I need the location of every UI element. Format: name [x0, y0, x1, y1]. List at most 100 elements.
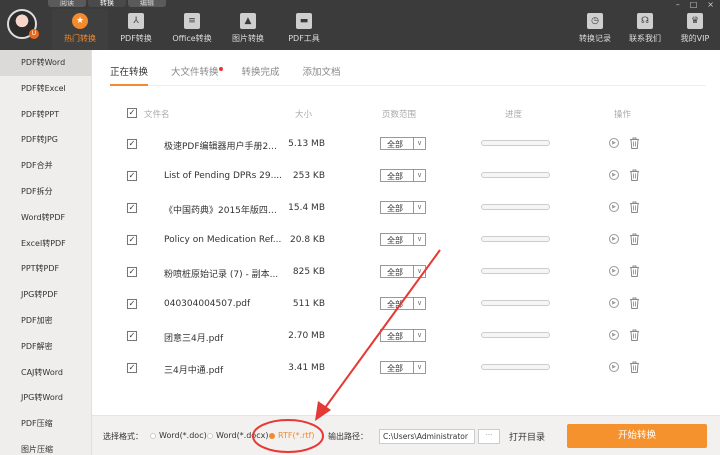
- sidebar-item-jpg-to-word[interactable]: JPG转Word: [0, 385, 91, 411]
- open-directory-link[interactable]: 打开目录: [509, 430, 545, 443]
- crown-icon: ♛: [687, 13, 703, 29]
- close-icon[interactable]: ×: [707, 0, 714, 9]
- play-icon[interactable]: ▶: [609, 298, 619, 308]
- row-checkbox[interactable]: ✓: [127, 203, 137, 213]
- page-range-select[interactable]: 全部 ∨: [380, 169, 426, 182]
- sidebar-item-pdf-compress[interactable]: PDF压缩: [0, 411, 91, 437]
- minimize-icon[interactable]: –: [676, 0, 680, 9]
- sidebar-item-jpg-to-pdf[interactable]: JPG转PDF: [0, 282, 91, 308]
- sidebar-item-pdf-merge[interactable]: PDF合并: [0, 153, 91, 179]
- sidebar-item-ppt-to-pdf[interactable]: PPT转PDF: [0, 256, 91, 282]
- nav-hot-convert[interactable]: ★ 热门转换: [52, 9, 108, 50]
- nav-vip[interactable]: ♛ 我的VIP: [670, 9, 720, 50]
- table-row[interactable]: ✓ Policy on Medication Ref... 20.8 KB 全部 ∨ ▶: [92, 233, 720, 267]
- format-radio-docx[interactable]: [207, 433, 213, 439]
- tab-convert[interactable]: 转换: [88, 0, 126, 7]
- output-path-input[interactable]: C:\Users\Administrator: [379, 429, 475, 444]
- row-checkbox[interactable]: ✓: [127, 331, 137, 341]
- format-label-docx[interactable]: Word(*.docx): [216, 431, 268, 440]
- trash-icon[interactable]: [629, 297, 640, 309]
- tab-read[interactable]: 阅读: [48, 0, 86, 7]
- page-range-select[interactable]: 全部 ∨: [380, 329, 426, 342]
- row-checkbox[interactable]: ✓: [127, 363, 137, 373]
- format-label-doc[interactable]: Word(*.doc): [159, 431, 207, 440]
- sidebar-item-excel-to-pdf[interactable]: Excel转PDF: [0, 231, 91, 257]
- page-range-select[interactable]: 全部 ∨: [380, 233, 426, 246]
- play-icon[interactable]: ▶: [609, 234, 619, 244]
- play-icon[interactable]: ▶: [609, 138, 619, 148]
- page-range-value: 全部: [387, 364, 403, 373]
- nav-pdf-tools[interactable]: ▬ PDF工具: [276, 9, 332, 50]
- sidebar-item-pdf-to-excel[interactable]: PDF转Excel: [0, 76, 91, 102]
- nav-history[interactable]: ◷ 转换记录: [570, 9, 620, 50]
- sidebar-item-word-to-pdf[interactable]: Word转PDF: [0, 205, 91, 231]
- page-range-select[interactable]: 全部 ∨: [380, 137, 426, 150]
- nav-label: Office转换: [172, 34, 212, 43]
- tab-edit[interactable]: 编辑: [128, 0, 166, 7]
- trash-icon[interactable]: [629, 201, 640, 213]
- page-range-select[interactable]: 全部 ∨: [380, 201, 426, 214]
- trash-icon[interactable]: [629, 361, 640, 373]
- page-range-select[interactable]: 全部 ∨: [380, 297, 426, 310]
- file-name: 三4月中通.pdf: [164, 366, 224, 376]
- table-row[interactable]: ✓ 《中国药典》2015年版四部... 15.4 MB 全部 ∨ ▶: [92, 201, 720, 235]
- column-header-size: 大小: [295, 110, 313, 120]
- tab-add-document[interactable]: 添加文档: [303, 62, 341, 86]
- nav-office-convert[interactable]: ≡ Office转换: [164, 9, 220, 50]
- avatar[interactable]: U: [7, 9, 39, 39]
- play-icon[interactable]: ▶: [609, 266, 619, 276]
- play-icon[interactable]: ▶: [609, 330, 619, 340]
- trash-icon[interactable]: [629, 169, 640, 181]
- maximize-icon[interactable]: □: [690, 0, 698, 9]
- column-header-name: 文件名: [144, 110, 170, 120]
- row-checkbox[interactable]: ✓: [127, 267, 137, 277]
- sidebar: PDF转Word PDF转Excel PDF转PPT PDF转JPG PDF合并…: [0, 50, 92, 455]
- table-row[interactable]: ✓ 团意三4月.pdf 2.70 MB 全部 ∨ ▶: [92, 329, 720, 363]
- start-convert-button[interactable]: 开始转换: [567, 424, 707, 448]
- nav-label: 图片转换: [232, 34, 264, 43]
- sidebar-item-pdf-to-ppt[interactable]: PDF转PPT: [0, 102, 91, 128]
- nav-label: 联系我们: [629, 34, 661, 43]
- page-range-value: 全部: [387, 204, 403, 213]
- sidebar-item-pdf-encrypt[interactable]: PDF加密: [0, 308, 91, 334]
- trash-icon[interactable]: [629, 233, 640, 245]
- table-row[interactable]: ✓ 三4月中通.pdf 3.41 MB 全部 ∨ ▶: [92, 361, 720, 395]
- nav-pdf-convert[interactable]: ⅄ PDF转换: [108, 9, 164, 50]
- play-icon[interactable]: ▶: [609, 362, 619, 372]
- format-radio-doc[interactable]: [150, 433, 156, 439]
- row-checkbox[interactable]: ✓: [127, 235, 137, 245]
- column-header-progress: 进度: [505, 110, 523, 120]
- play-icon[interactable]: ▶: [609, 170, 619, 180]
- tab-completed[interactable]: 转换完成: [242, 62, 280, 86]
- file-name: 团意三4月.pdf: [164, 334, 224, 344]
- nav-contact[interactable]: ☊ 联系我们: [620, 9, 670, 50]
- sidebar-item-pdf-to-jpg[interactable]: PDF转JPG: [0, 127, 91, 153]
- page-range-select[interactable]: 全部 ∨: [380, 265, 426, 278]
- sidebar-item-image-compress[interactable]: 图片压缩: [0, 437, 91, 455]
- tab-converting[interactable]: 正在转换: [110, 62, 149, 86]
- format-radio-rtf[interactable]: [269, 433, 275, 439]
- browse-button[interactable]: ···: [478, 429, 500, 444]
- main-panel: 正在转换 大文件转换 转换完成 添加文档 ✓ 文件名 大小 页数范围 进度 操作…: [92, 50, 720, 455]
- trash-icon[interactable]: [629, 265, 640, 277]
- sidebar-item-caj-to-word[interactable]: CAJ转Word: [0, 360, 91, 386]
- table-row[interactable]: ✓ 040304004507.pdf 511 KB 全部 ∨ ▶: [92, 297, 720, 331]
- row-checkbox[interactable]: ✓: [127, 139, 137, 149]
- trash-icon[interactable]: [629, 329, 640, 341]
- row-checkbox[interactable]: ✓: [127, 299, 137, 309]
- format-label-rtf[interactable]: RTF(*.rtf): [278, 431, 315, 440]
- sidebar-item-pdf-split[interactable]: PDF拆分: [0, 179, 91, 205]
- play-icon[interactable]: ▶: [609, 202, 619, 212]
- trash-icon[interactable]: [629, 137, 640, 149]
- nav-image-convert[interactable]: ▲ 图片转换: [220, 9, 276, 50]
- select-all-checkbox[interactable]: ✓: [127, 108, 137, 118]
- sidebar-item-pdf-to-word[interactable]: PDF转Word: [0, 50, 91, 76]
- tab-large-files[interactable]: 大文件转换: [171, 62, 223, 86]
- table-row[interactable]: ✓ 极速PDF编辑器用户手册2... 5.13 MB 全部 ∨ ▶: [92, 137, 720, 171]
- sidebar-item-pdf-decrypt[interactable]: PDF解密: [0, 334, 91, 360]
- table-row[interactable]: ✓ List of Pending DPRs 29.... 253 KB 全部 ∨ ▶: [92, 169, 720, 203]
- row-checkbox[interactable]: ✓: [127, 171, 137, 181]
- progress-bar: [481, 332, 550, 338]
- table-row[interactable]: ✓ 粉喷桩原始记录 (7) - 副本... 825 KB 全部 ∨ ▶: [92, 265, 720, 299]
- page-range-select[interactable]: 全部 ∨: [380, 361, 426, 374]
